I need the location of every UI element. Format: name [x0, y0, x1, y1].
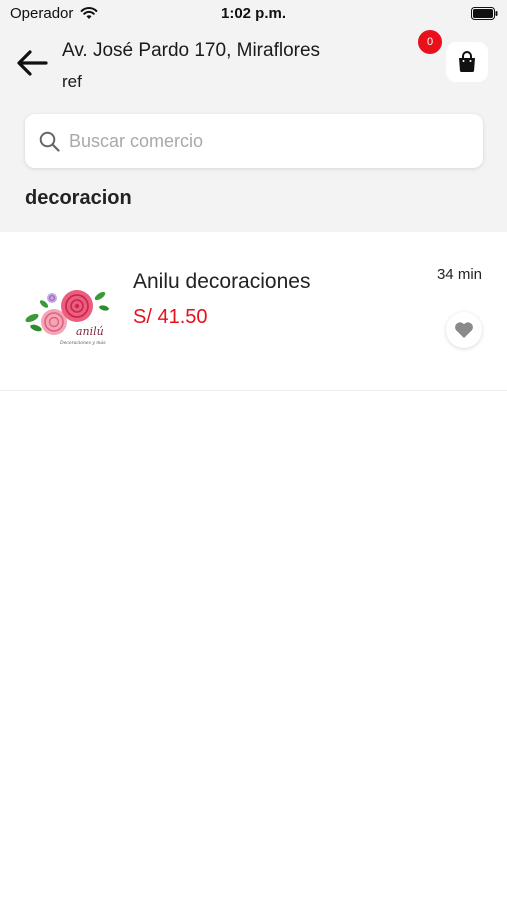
back-button[interactable] — [14, 46, 50, 80]
store-logo: anilú Decoraciones y más — [25, 290, 109, 346]
store-delivery-time: 34 min — [436, 266, 482, 283]
back-arrow-icon — [17, 50, 48, 76]
status-time: 1:02 p.m. — [220, 5, 287, 22]
address-reference: ref — [62, 72, 82, 91]
shopping-bag-icon — [459, 51, 475, 73]
search-icon — [39, 130, 61, 152]
status-bar: Operador 1:02 p.m. — [0, 0, 507, 28]
store-logo-text: anilú — [76, 325, 104, 338]
heart-icon — [455, 322, 473, 338]
search-input[interactable] — [69, 130, 429, 152]
cart-count-badge: 0 — [418, 30, 442, 54]
battery-icon — [471, 7, 498, 20]
cart-button[interactable] — [446, 42, 488, 82]
store-logo-subtitle: Decoraciones y más — [59, 339, 106, 346]
delivery-address[interactable]: Av. José Pardo 170, Miraflores — [62, 40, 320, 62]
search-bar[interactable] — [25, 114, 483, 168]
store-list-item[interactable]: anilú Decoraciones y más Anilu decoracio… — [0, 232, 507, 391]
store-price: S/ 41.50 — [133, 306, 208, 328]
category-title: decoracion — [25, 187, 132, 209]
store-name[interactable]: Anilu decoraciones — [133, 270, 310, 294]
favorite-button[interactable] — [446, 312, 482, 348]
